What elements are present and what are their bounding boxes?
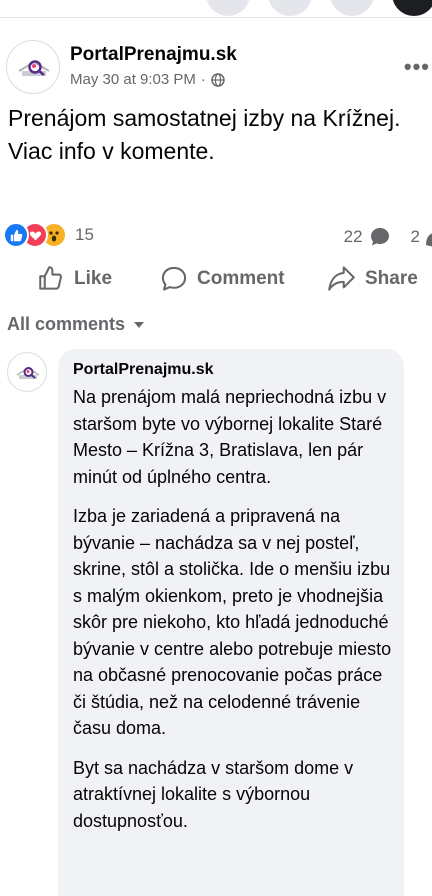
comment-bubble: PortalPrenajmu.sk Na prenájom malá nepri…: [58, 349, 404, 896]
post-meta: May 30 at 9:03 PM ·: [70, 71, 225, 88]
comment-paragraph: Na prenájom malá nepriechodná izbu v sta…: [73, 387, 387, 487]
page-avatar[interactable]: [6, 40, 60, 94]
profile-avatar[interactable]: [392, 0, 432, 16]
comments-filter-label: All comments: [7, 314, 126, 334]
comment-author-name[interactable]: PortalPrenajmu.sk: [73, 361, 392, 379]
globe-icon: [211, 72, 225, 87]
share-button[interactable]: Share: [327, 265, 418, 292]
commenter-avatar[interactable]: [7, 352, 47, 392]
comment-paragraph: Izba je zariadená a pripravená na bývani…: [73, 506, 392, 738]
like-button[interactable]: Like: [38, 265, 112, 292]
meta-separator: ·: [200, 71, 206, 88]
share-count[interactable]: 2: [411, 227, 420, 247]
engagement-counts: 22 2: [344, 226, 432, 248]
comment-label: Comment: [197, 268, 285, 289]
chevron-down-icon: [134, 321, 145, 328]
more-options-button[interactable]: •••: [404, 54, 430, 80]
top-nav-button[interactable]: [268, 0, 312, 16]
like-label: Like: [74, 267, 113, 289]
comment-count[interactable]: 22: [344, 227, 363, 247]
post-header: PortalPrenajmu.sk May 30 at 9:03 PM · ••…: [6, 40, 432, 96]
thumbs-up-icon: [39, 266, 63, 290]
portal-logo-icon: [18, 60, 50, 76]
share-icon: [328, 266, 355, 291]
top-strip: [0, 0, 432, 18]
comment-paragraph: Byt sa nachádza v staršom dome v atraktí…: [73, 757, 354, 831]
portal-logo-icon: [16, 367, 40, 379]
comment-icon: [161, 266, 187, 291]
comments-filter-dropdown[interactable]: All comments: [7, 314, 145, 335]
share-count-icon: [426, 233, 432, 247]
post-text: Prenájom samostatnej izby na Krížnej. Vi…: [8, 105, 401, 164]
post-actions: Like Comment Share: [0, 262, 432, 298]
reaction-count: 15: [75, 225, 94, 244]
comment-button[interactable]: Comment: [160, 265, 285, 293]
like-icon: [3, 222, 29, 248]
comment-count-icon: [370, 228, 389, 246]
top-nav-button[interactable]: [330, 0, 374, 16]
post-timestamp[interactable]: May 30 at 9:03 PM: [70, 71, 196, 88]
post-author-name[interactable]: PortalPrenajmu.sk: [70, 44, 237, 66]
reactions-summary[interactable]: 15: [3, 222, 94, 248]
top-nav-button[interactable]: [206, 0, 250, 16]
share-label: Share: [365, 267, 418, 289]
